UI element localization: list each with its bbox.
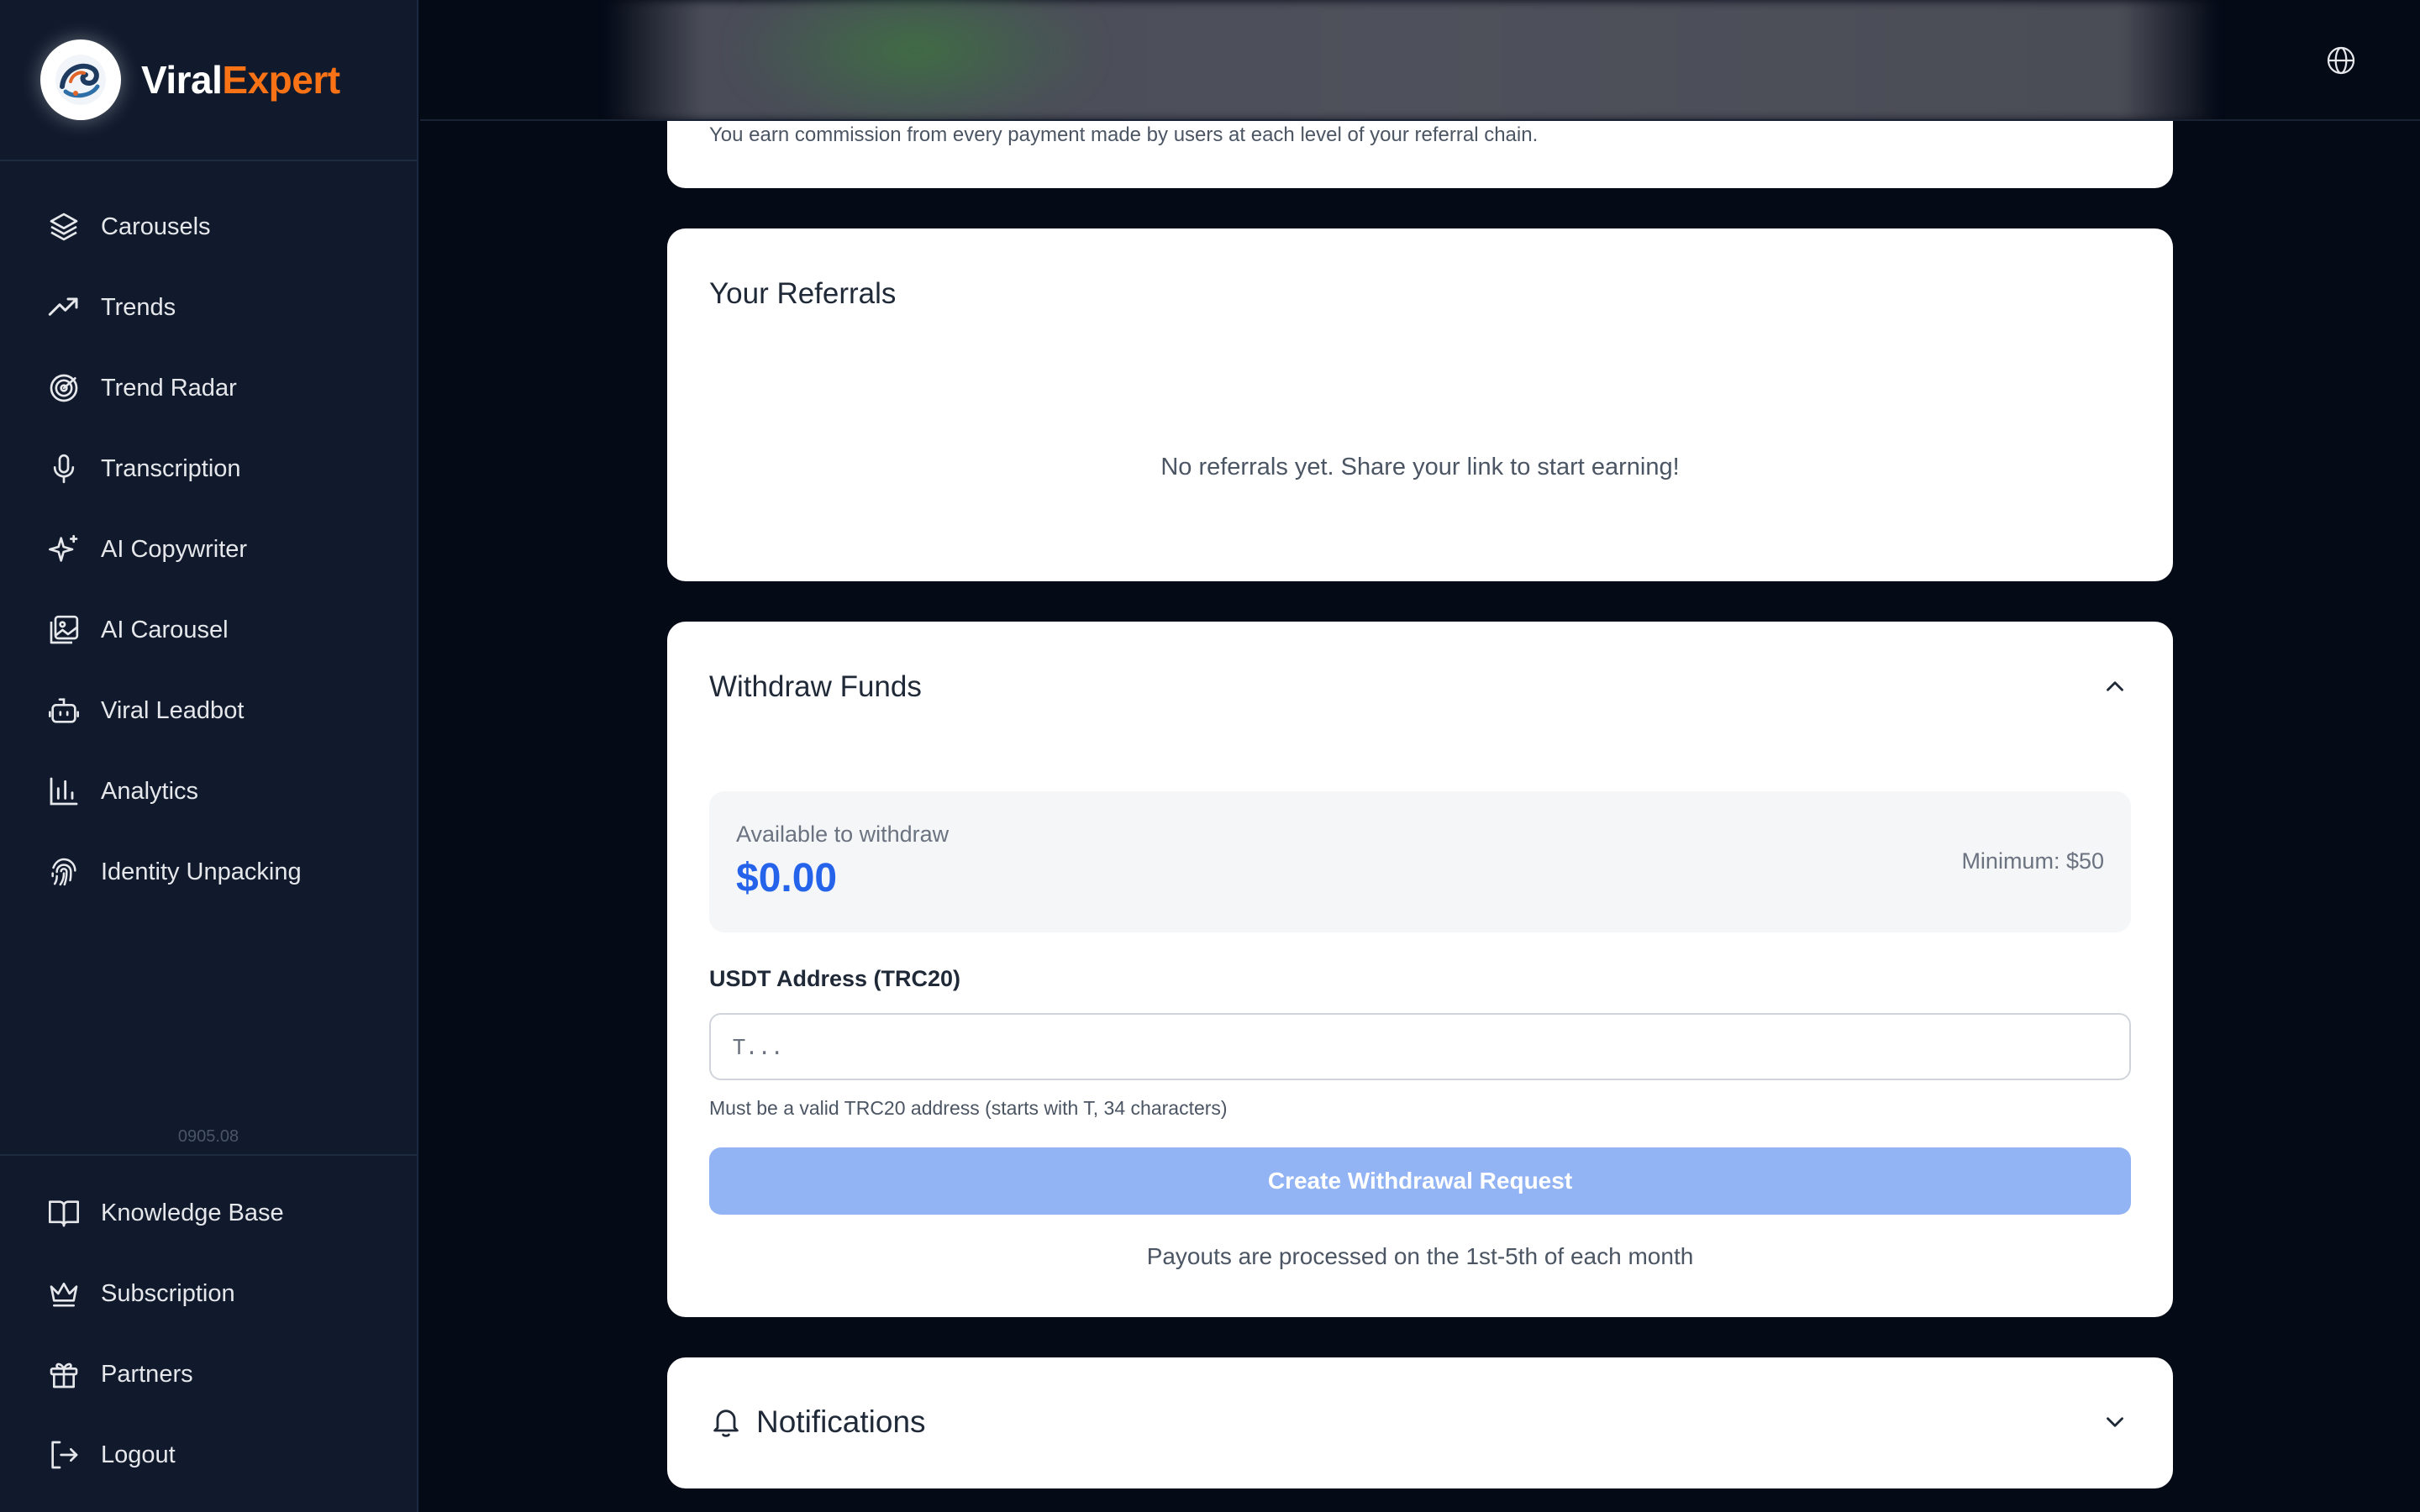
referrals-title: Your Referrals [709, 277, 897, 310]
sidebar-item-label: Logout [101, 1441, 176, 1468]
sidebar: ViralExpert Carousels Trends Trend Radar… [0, 0, 418, 1512]
crown-icon [50, 1283, 78, 1307]
radar-icon [50, 374, 78, 402]
logo-icon [40, 39, 121, 120]
create-withdrawal-button[interactable]: Create Withdrawal Request [709, 1147, 2131, 1215]
book-open-icon [49, 1200, 79, 1227]
sidebar-item-label: Trend Radar [101, 374, 237, 402]
sidebar-item-knowledge-base[interactable]: Knowledge Base [0, 1173, 417, 1253]
fingerprint-icon [51, 858, 76, 886]
bar-chart-icon [50, 777, 78, 806]
sidebar-item-partners[interactable]: Partners [0, 1334, 417, 1415]
blurred-header-highlight [739, 0, 1092, 119]
commission-text: You earn commission from every payment m… [709, 123, 1539, 146]
available-balance-box: Available to withdraw $0.00 Minimum: $50 [709, 791, 2131, 932]
sidebar-item-label: AI Carousel [101, 616, 229, 643]
sidebar-item-ai-carousel[interactable]: AI Carousel [0, 590, 417, 670]
brand-name: ViralExpert [141, 57, 340, 102]
referrals-card: Your Referrals No referrals yet. Share y… [667, 228, 2173, 581]
sidebar-item-label: Viral Leadbot [101, 696, 245, 724]
minimum-amount: Minimum: $50 [1961, 848, 2104, 874]
brand-header[interactable]: ViralExpert [0, 0, 417, 161]
brand-name-part2: Expert [222, 58, 340, 102]
commission-card: You earn commission from every payment m… [667, 121, 2173, 188]
sidebar-nav: Carousels Trends Trend Radar Transcripti… [0, 186, 417, 912]
sparkles-icon [49, 534, 78, 562]
withdraw-title: Withdraw Funds [709, 670, 922, 703]
chevron-up-icon[interactable] [2101, 672, 2129, 701]
sidebar-item-trend-radar[interactable]: Trend Radar [0, 348, 417, 428]
sidebar-item-analytics[interactable]: Analytics [0, 751, 417, 832]
notifications-card[interactable]: Notifications [667, 1357, 2173, 1488]
payout-note: Payouts are processed on the 1st-5th of … [1146, 1243, 1694, 1269]
bell-icon [713, 1410, 739, 1437]
sidebar-item-trends[interactable]: Trends [0, 267, 417, 348]
sidebar-item-carousels[interactable]: Carousels [0, 186, 417, 267]
sidebar-item-label: Analytics [101, 777, 199, 805]
app-version: 0905.08 [177, 1127, 239, 1146]
sidebar-item-ai-copywriter[interactable]: AI Copywriter [0, 509, 417, 590]
gift-icon [50, 1362, 78, 1389]
referrals-empty-message: No referrals yet. Share your link to sta… [1160, 454, 1680, 480]
images-icon [50, 615, 79, 644]
sidebar-bottom-nav: Knowledge Base Subscription Partners Log… [0, 1173, 417, 1495]
trending-up-icon [48, 297, 78, 316]
layers-icon [50, 213, 78, 241]
sidebar-item-label: Knowledge Base [101, 1199, 284, 1226]
sidebar-item-label: Trends [101, 293, 176, 321]
sidebar-item-label: Identity Unpacking [101, 858, 302, 885]
available-label: Available to withdraw [736, 822, 950, 847]
sidebar-item-logout[interactable]: Logout [0, 1415, 417, 1495]
sidebar-item-label: Partners [101, 1360, 193, 1388]
sidebar-item-label: Subscription [101, 1279, 235, 1307]
usdt-address-hint: Must be a valid TRC20 address (starts wi… [709, 1097, 1228, 1119]
sidebar-item-transcription[interactable]: Transcription [0, 428, 417, 509]
withdraw-card: Withdraw Funds Available to withdraw $0.… [667, 622, 2173, 1317]
microphone-icon [53, 454, 75, 484]
top-bar [420, 0, 2420, 121]
sidebar-item-label: Transcription [101, 454, 241, 482]
sidebar-divider [0, 1154, 417, 1156]
usdt-address-label: USDT Address (TRC20) [709, 966, 961, 991]
bot-icon [49, 698, 79, 723]
logout-icon [51, 1441, 78, 1469]
available-amount: $0.00 [736, 856, 838, 900]
sidebar-item-subscription[interactable]: Subscription [0, 1253, 417, 1334]
sidebar-item-identity-unpacking[interactable]: Identity Unpacking [0, 832, 417, 912]
sidebar-item-label: AI Copywriter [101, 535, 248, 563]
chevron-down-icon[interactable] [2101, 1408, 2129, 1436]
sidebar-item-label: Carousels [101, 213, 211, 240]
sidebar-item-viral-leadbot[interactable]: Viral Leadbot [0, 670, 417, 751]
usdt-address-input[interactable] [709, 1013, 2131, 1080]
globe-icon[interactable] [2326, 45, 2356, 76]
brand-name-part1: Viral [141, 58, 223, 102]
notifications-title: Notifications [756, 1404, 926, 1439]
